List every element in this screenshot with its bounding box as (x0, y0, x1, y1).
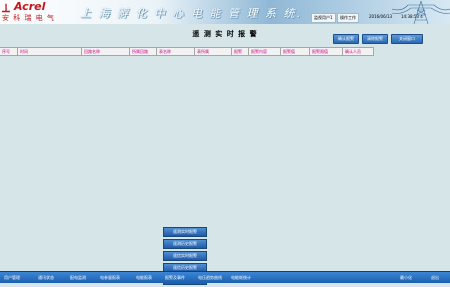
column-header: 所属回路 (130, 48, 157, 55)
exit-button[interactable]: 退出 (431, 272, 439, 283)
system-title: 上 海 孵 化 中 心 电 能 管 理 系 统. (80, 7, 302, 20)
menu-telemetry-history[interactable]: 遥测历史报警 (163, 239, 207, 249)
nav-energy-report[interactable]: 电能报表 (136, 272, 152, 283)
nav-distribution-monitor[interactable]: 配电监测 (70, 272, 86, 283)
nav-alarm-events[interactable]: 报警及事件 (165, 272, 185, 283)
date-display: 2016/06/13 (369, 14, 393, 19)
column-header: 报警值 (281, 48, 310, 55)
nav-comm-status[interactable]: 通讯状态 (38, 272, 54, 283)
nav-energy-stats[interactable]: 电能耗统计 (231, 272, 251, 283)
current-user: 监视用户1 (311, 13, 336, 23)
column-header: 表所属 (195, 48, 232, 55)
column-header: 序号 (0, 48, 18, 55)
minimize-button[interactable]: 最小化 (400, 272, 412, 283)
logo-subtext: 安 科 瑞 电 气 (2, 14, 55, 22)
column-header: 报警内容 (249, 48, 281, 55)
clear-alarm-button[interactable]: 清除报警 (362, 34, 388, 44)
nav-electric-report[interactable]: 电参量报表 (100, 272, 120, 283)
workstation-label: 操作工作 (337, 13, 359, 23)
app-header: ⟂ Acrel 安 科 瑞 电 气 上 海 孵 化 中 心 电 能 管 理 系 … (0, 0, 450, 24)
bottom-nav: 用户管理 通讯状态 配电监测 电参量报表 电能报表 报警及事件 电压趋势曲线 电… (0, 271, 450, 283)
nav-user-management[interactable]: 用户管理 (4, 272, 20, 283)
column-header: 报警限值 (310, 48, 343, 55)
menu-telemetry-realtime[interactable]: 遥测实时报警 (163, 227, 207, 237)
logo-text: Acrel (14, 0, 46, 13)
power-tower-icon (392, 0, 450, 24)
column-header: 表名称 (157, 48, 195, 55)
acrel-logo: ⟂ Acrel 安 科 瑞 电 气 (2, 0, 72, 23)
nav-voltage-trend[interactable]: 电压趋势曲线 (198, 272, 222, 283)
menu-telesignal-realtime[interactable]: 遥信实时报警 (163, 251, 207, 261)
confirm-alarm-button[interactable]: 确认报警 (333, 34, 359, 44)
alarm-table-body (0, 55, 450, 263)
column-header: 时间 (18, 48, 82, 55)
column-header: 报警 (232, 48, 249, 55)
column-header: 确认人员 (343, 48, 374, 55)
column-header: 回路名称 (82, 48, 130, 55)
close-window-button[interactable]: 关闭窗口 (391, 34, 423, 44)
